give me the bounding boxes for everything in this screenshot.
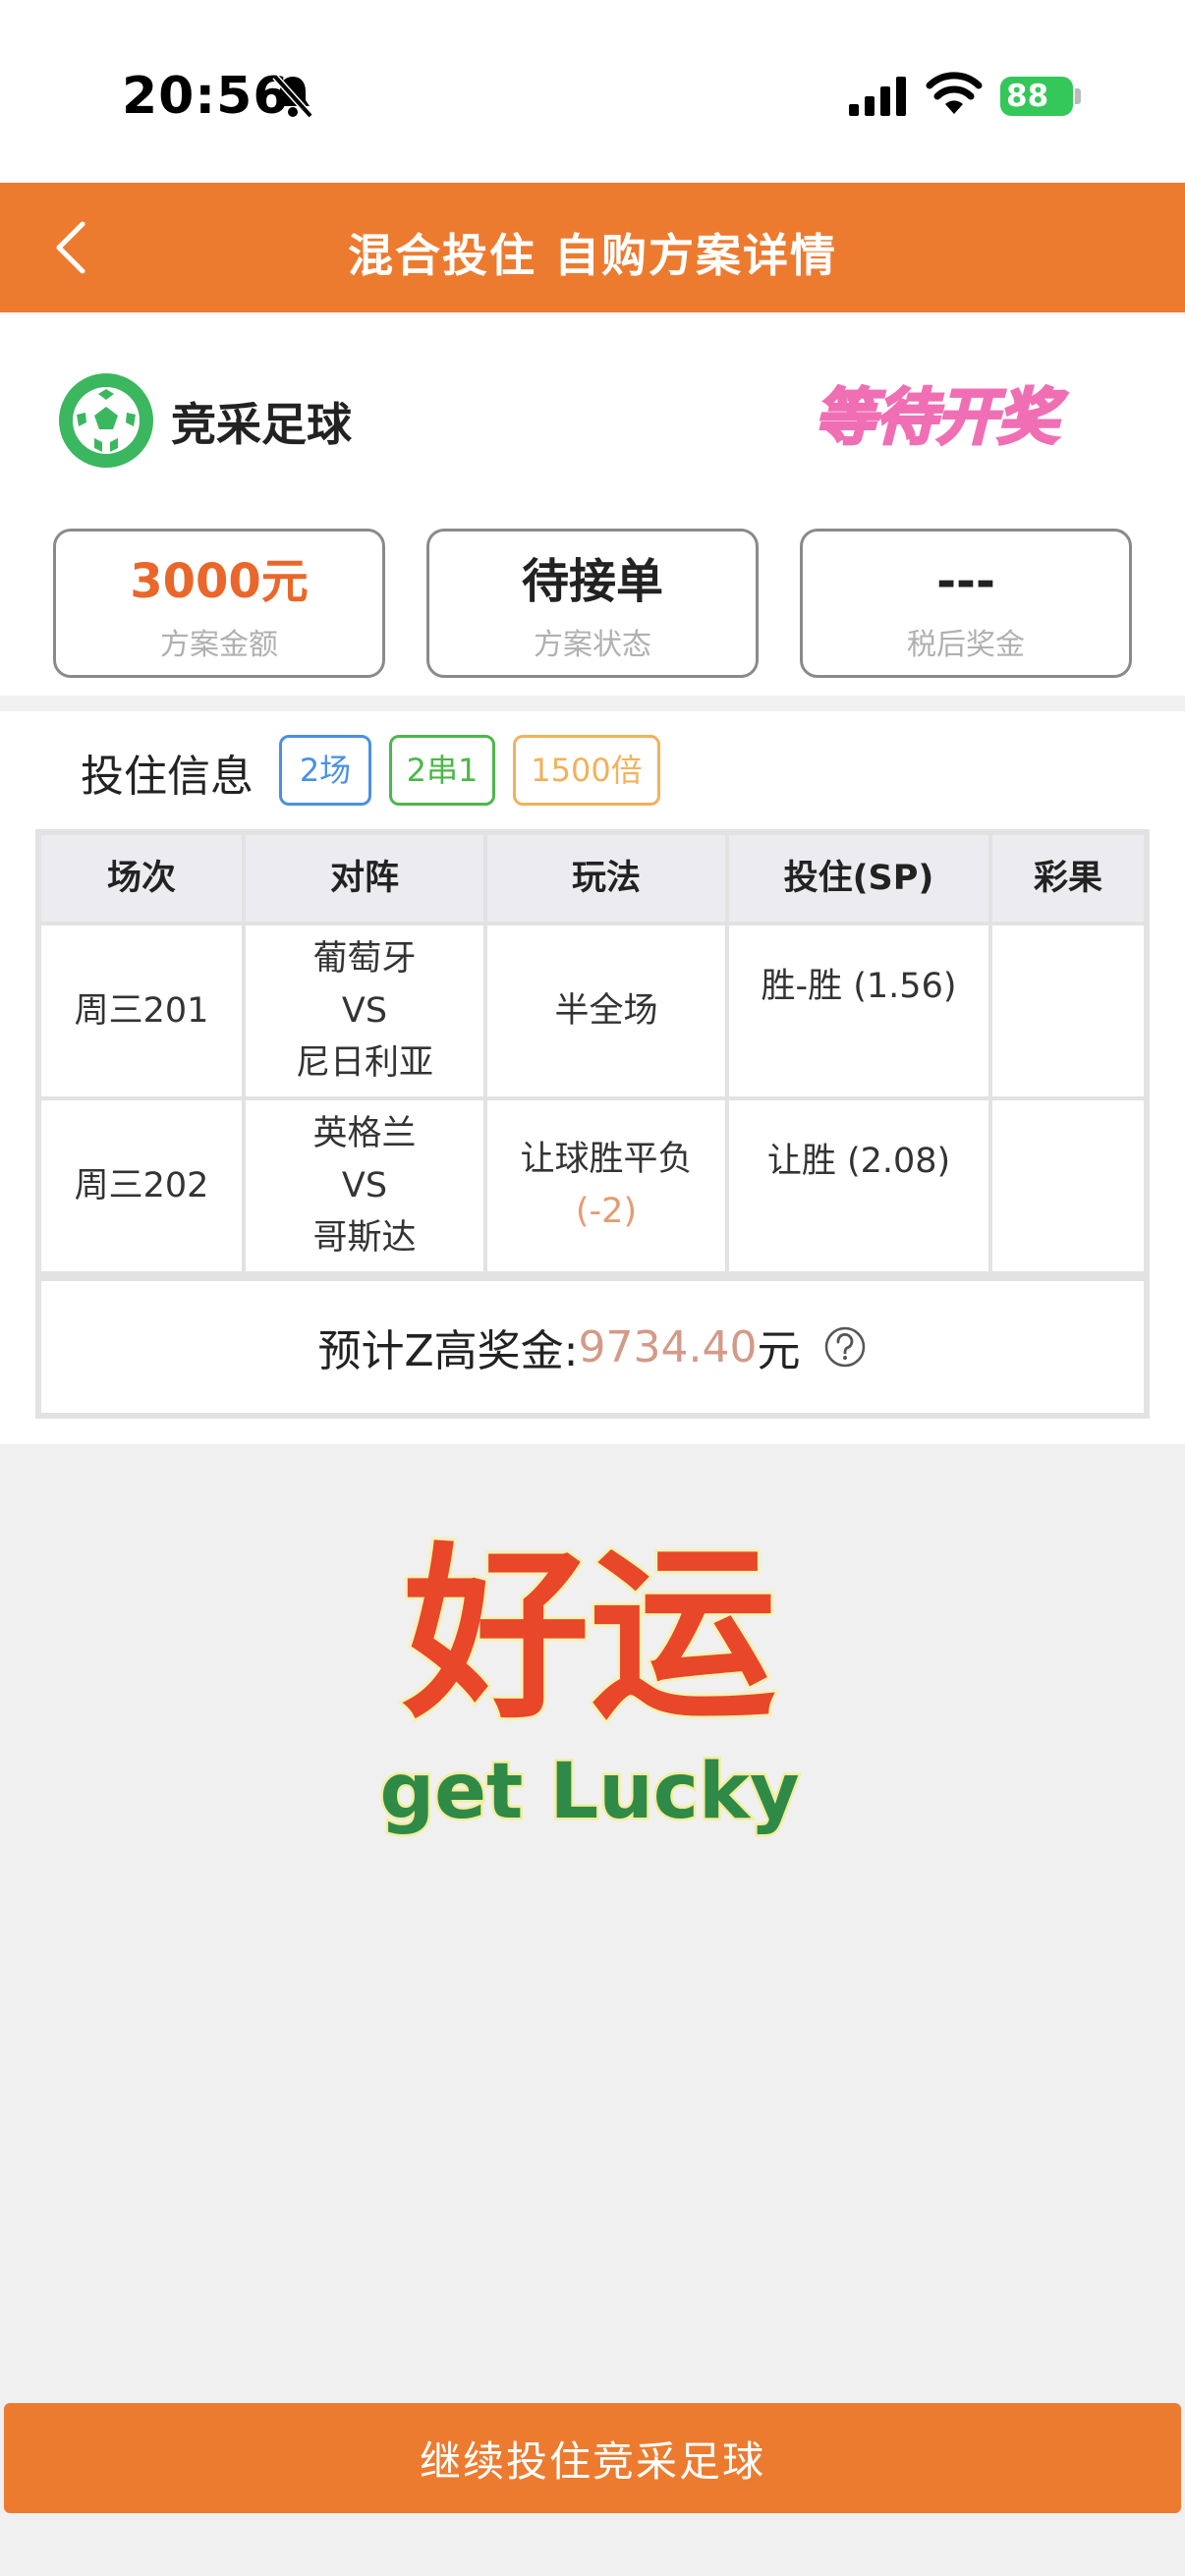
after-tax-prize-value: --- (936, 554, 995, 609)
parlay-type-tag: 2串1 (389, 735, 495, 806)
wifi-icon (926, 72, 983, 114)
help-icon[interactable] (823, 1325, 867, 1369)
bet-table: 场次 对阵 玩法 投住(SP) 彩果 周三201 葡萄牙 VS 尼日利亚 半全场… (35, 829, 1150, 1419)
table-header: 场次 对阵 玩法 投住(SP) 彩果 (39, 833, 1146, 924)
home-team: 葡萄牙 (312, 938, 417, 979)
table-row: 周三201 葡萄牙 VS 尼日利亚 半全场 胜-胜 (1.56) (39, 924, 1146, 1098)
good-luck-illustration: 好运 get Lucky (377, 1524, 802, 1839)
soccer-ball-icon (59, 373, 153, 468)
plan-header: 竞采足球 等待开奖 3000元 方案金额 待接单 方案状态 --- 税后奖金 (0, 312, 1185, 696)
plan-status-label: 方案状态 (534, 628, 651, 662)
prize-unit: 元 (757, 1326, 801, 1376)
vs-label: VS (341, 990, 388, 1031)
away-team: 哥斯达 (312, 1217, 417, 1258)
multiplier-tag: 1500倍 (513, 735, 660, 806)
play-type-label: 让球胜平负 (520, 1140, 693, 1179)
away-team: 尼日利亚 (295, 1042, 433, 1083)
column-header: 投住(SP) (729, 835, 988, 922)
battery-tip (1075, 88, 1081, 104)
match-count-tag: 2场 (279, 735, 371, 806)
column-header: 玩法 (487, 835, 725, 922)
result-cell (992, 925, 1144, 1096)
status-bar: 20:56 88 (0, 0, 1185, 183)
handicap-value: (-2) (575, 1192, 638, 1231)
vs-label: VS (341, 1165, 388, 1205)
nav-bar: 混合投住 自购方案详情 (0, 183, 1185, 312)
plan-status-box: 待接单 方案状态 (426, 529, 759, 678)
status-time: 20:56 (122, 67, 290, 126)
match-id: 周三202 (41, 1100, 242, 1271)
matchup: 英格兰 VS 哥斯达 (246, 1100, 483, 1271)
prize-value: 9734.40 (578, 1321, 758, 1372)
play-type: 让球胜平负 (-2) (487, 1100, 725, 1271)
column-header: 场次 (41, 835, 242, 922)
prize-label: 预计Z高奖金: (317, 1326, 579, 1376)
continue-betting-button[interactable]: 继续投住竞采足球 (4, 2403, 1181, 2513)
bell-muted-icon (272, 74, 313, 118)
svg-text:get Lucky: get Lucky (379, 1748, 799, 1836)
column-header: 彩果 (992, 835, 1144, 922)
play-type-label: 半全场 (554, 990, 658, 1031)
bet-selection: 让胜 (2.08) (729, 1100, 988, 1271)
column-header: 对阵 (246, 835, 483, 922)
after-tax-prize-label: 税后奖金 (907, 628, 1025, 662)
home-team: 英格兰 (312, 1113, 417, 1153)
matchup: 葡萄牙 VS 尼日利亚 (246, 925, 483, 1096)
cellular-signal-icon (849, 77, 906, 116)
bet-info-title: 投住信息 (81, 752, 254, 802)
plan-amount-box: 3000元 方案金额 (53, 529, 385, 678)
bet-info-section: 投住信息 2场 2串1 1500倍 场次 对阵 玩法 投住(SP) 彩果 周三2… (0, 711, 1185, 1444)
page-title: 混合投住 自购方案详情 (347, 229, 837, 282)
plan-status-value: 待接单 (521, 554, 663, 609)
result-cell (992, 1100, 1144, 1271)
svg-text:等待开奖: 等待开奖 (815, 381, 1068, 453)
table-row: 周三202 英格兰 VS 哥斯达 让球胜平负 (-2) 让胜 (2.08) (39, 1098, 1146, 1273)
plan-amount-value: 3000元 (130, 554, 309, 609)
plan-amount-label: 方案金额 (160, 628, 278, 662)
match-id: 周三201 (41, 925, 242, 1096)
estimated-max-prize: 预计Z高奖金: 9734.40 元 (41, 1281, 1144, 1413)
after-tax-prize-box: --- 税后奖金 (800, 529, 1132, 678)
play-type: 半全场 (487, 925, 725, 1096)
svg-text:好运: 好运 (402, 1527, 776, 1744)
battery-indicator: 88 (1000, 77, 1073, 116)
bet-selection: 胜-胜 (1.56) (729, 925, 988, 1096)
lottery-name: 竞采足球 (171, 398, 352, 451)
awaiting-draw-stamp: 等待开奖 (813, 380, 1069, 455)
